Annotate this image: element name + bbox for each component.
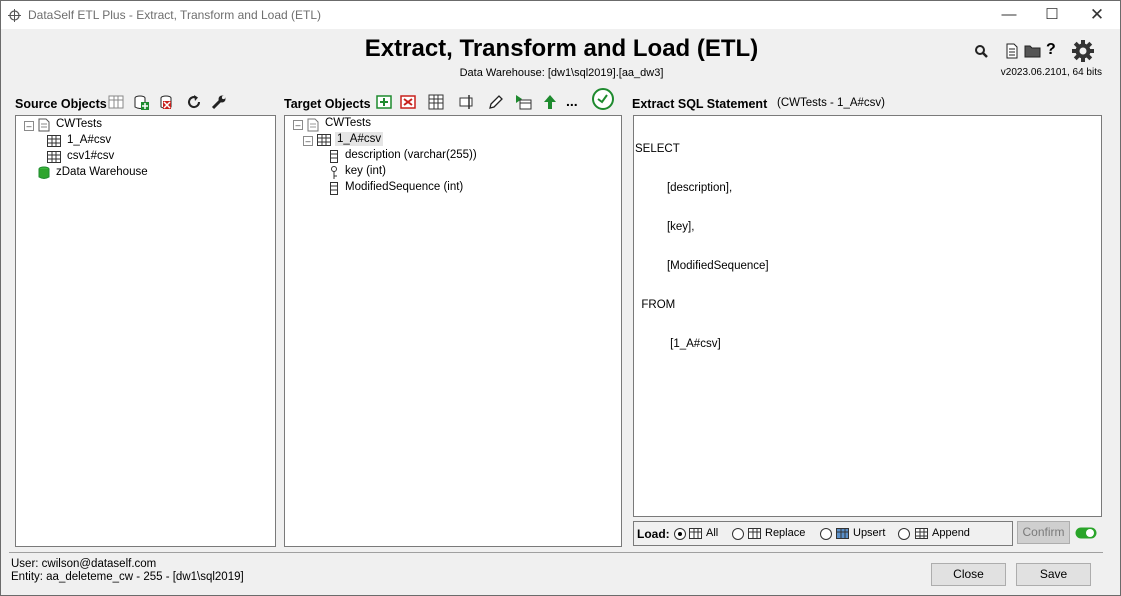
confirm-button[interactable]: Confirm bbox=[1017, 521, 1070, 544]
minimize-button[interactable]: — bbox=[986, 1, 1032, 29]
version-label: v2023.06.2101, 64 bits bbox=[1000, 67, 1102, 78]
target-objects-title: Target Objects bbox=[284, 97, 371, 111]
source-objects-panel[interactable]: – CWTests 1_A#csv csv1#csv zData Warehou… bbox=[15, 115, 276, 547]
load-append-label[interactable]: Append bbox=[932, 527, 970, 539]
app-icon bbox=[8, 9, 21, 22]
tree-node-column-key[interactable]: key (int) bbox=[345, 165, 386, 177]
tree-node-cwtests[interactable]: CWTests bbox=[56, 118, 102, 130]
tree-node-cwtests[interactable]: CWTests bbox=[325, 117, 371, 129]
load-options-group: Load: All Replace Upsert Append bbox=[633, 521, 1013, 546]
key-icon bbox=[331, 166, 337, 179]
refresh-icon[interactable] bbox=[185, 93, 203, 111]
upload-arrow-icon[interactable] bbox=[541, 93, 559, 111]
close-button[interactable]: Close bbox=[931, 563, 1006, 586]
help-icon[interactable]: ? bbox=[1046, 41, 1056, 59]
sql-line: SELECT bbox=[635, 143, 680, 155]
collapse-toggle[interactable]: – bbox=[293, 120, 303, 130]
sql-text[interactable]: SELECT [description], [key], [ModifiedSe… bbox=[635, 117, 769, 377]
tree-node-zdata-warehouse[interactable]: zData Warehouse bbox=[56, 166, 148, 178]
app-window: DataSelf ETL Plus - Extract, Transform a… bbox=[0, 0, 1121, 596]
table-icon bbox=[836, 528, 849, 539]
remove-database-icon[interactable] bbox=[158, 93, 176, 111]
run-table-icon[interactable] bbox=[515, 93, 533, 111]
load-label: Load: bbox=[637, 527, 670, 541]
wrench-icon[interactable] bbox=[210, 93, 228, 111]
entity-label: Entity: aa_deleteme_cw - 255 - [dw1\sql2… bbox=[11, 571, 244, 583]
document-icon[interactable] bbox=[1005, 43, 1019, 59]
close-window-button[interactable]: ✕ bbox=[1074, 1, 1120, 29]
table-icon bbox=[317, 134, 331, 146]
database-icon bbox=[38, 166, 50, 179]
add-table-icon[interactable] bbox=[375, 93, 393, 111]
tree-node-1-a-csv-selected[interactable]: 1_A#csv bbox=[335, 132, 384, 146]
sql-line: [key], bbox=[635, 221, 695, 233]
table-icon bbox=[915, 528, 928, 539]
save-button[interactable]: Save bbox=[1016, 563, 1091, 586]
load-all-radio[interactable] bbox=[674, 528, 686, 540]
toggle-switch[interactable] bbox=[1075, 526, 1097, 540]
delete-table-icon[interactable] bbox=[399, 93, 417, 111]
sql-title: Extract SQL Statement bbox=[632, 97, 768, 111]
tree-node-column-description[interactable]: description (varchar(255)) bbox=[345, 149, 477, 161]
table-icon bbox=[47, 151, 61, 163]
sql-line: [ModifiedSequence] bbox=[635, 260, 769, 272]
load-replace-radio[interactable] bbox=[732, 528, 744, 540]
load-upsert-label[interactable]: Upsert bbox=[853, 527, 885, 539]
user-label: User: cwilson@dataself.com bbox=[11, 558, 157, 570]
document-icon bbox=[307, 118, 319, 132]
add-database-icon[interactable] bbox=[132, 93, 150, 111]
load-all-label[interactable]: All bbox=[706, 527, 718, 539]
folder-icon[interactable] bbox=[1024, 43, 1041, 58]
footer-divider bbox=[9, 552, 1103, 553]
column-icon bbox=[330, 150, 338, 163]
sql-line: [description], bbox=[635, 182, 733, 194]
collapse-toggle[interactable]: – bbox=[24, 121, 34, 131]
document-icon bbox=[38, 118, 50, 132]
table-icon bbox=[689, 528, 702, 539]
table-grid-icon[interactable] bbox=[427, 93, 445, 111]
load-replace-label[interactable]: Replace bbox=[765, 527, 805, 539]
search-icon[interactable] bbox=[974, 44, 989, 59]
window-title: DataSelf ETL Plus - Extract, Transform a… bbox=[28, 8, 322, 22]
gear-icon[interactable] bbox=[1071, 39, 1095, 63]
sql-line: [1_A#csv] bbox=[635, 338, 721, 350]
rename-icon[interactable] bbox=[458, 93, 476, 111]
column-icon bbox=[330, 182, 338, 195]
page-title: Extract, Transform and Load (ETL) bbox=[364, 35, 759, 62]
maximize-button[interactable]: ☐ bbox=[1029, 1, 1075, 29]
data-warehouse-label: Data Warehouse: [dw1\sql2019].[aa_dw3] bbox=[459, 67, 664, 79]
tree-node-csv1-csv[interactable]: csv1#csv bbox=[67, 150, 114, 162]
table-icon bbox=[47, 135, 61, 147]
schedule-clock-icon[interactable] bbox=[591, 87, 615, 111]
table-icon bbox=[748, 528, 761, 539]
load-append-radio[interactable] bbox=[898, 528, 910, 540]
load-upsert-radio[interactable] bbox=[820, 528, 832, 540]
pencil-icon[interactable] bbox=[487, 93, 505, 111]
title-bar: DataSelf ETL Plus - Extract, Transform a… bbox=[1, 1, 1120, 29]
add-table-icon[interactable] bbox=[107, 93, 125, 111]
source-objects-title: Source Objects bbox=[15, 97, 107, 111]
more-button[interactable]: ... bbox=[566, 93, 578, 109]
tree-node-column-modifiedsequence[interactable]: ModifiedSequence (int) bbox=[345, 181, 463, 193]
sql-line: FROM bbox=[635, 299, 676, 311]
collapse-toggle[interactable]: – bbox=[303, 136, 313, 146]
sql-context: (CWTests - 1_A#csv) bbox=[777, 97, 885, 109]
tree-node-1-a-csv[interactable]: 1_A#csv bbox=[67, 134, 111, 146]
target-objects-panel[interactable]: – CWTests – 1_A#csv description (varchar… bbox=[284, 115, 622, 547]
